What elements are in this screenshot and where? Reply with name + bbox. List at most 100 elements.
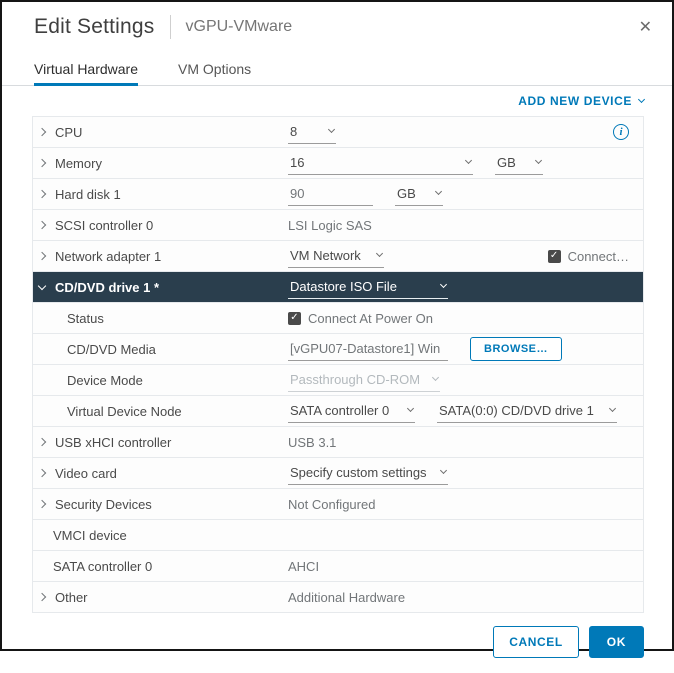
cd-dvd-drive-1-select[interactable]: Datastore ISO File	[288, 276, 448, 299]
row-label-cell-other: Other	[33, 590, 288, 605]
row-values-other: Additional Hardware	[288, 590, 637, 605]
table-row-cpu: CPU 8 i	[33, 117, 643, 148]
dialog-footer: CANCEL OK	[2, 613, 672, 673]
add-new-device-button[interactable]: ADD NEW DEVICE	[518, 94, 646, 108]
chevron-down-icon	[439, 280, 448, 289]
ok-button[interactable]: OK	[588, 626, 644, 658]
table-row-status: Status ✓ Connect At Power On	[33, 303, 643, 334]
row-label: CPU	[55, 124, 83, 140]
other-value: Additional Hardware	[288, 589, 406, 605]
row-values-usb-xhci-controller: USB 3.1	[288, 435, 637, 450]
row-label: Memory	[55, 155, 102, 171]
table-row-other: Other Additional Hardware	[33, 582, 643, 613]
table-row-usb-xhci-controller: USB xHCI controller USB 3.1	[33, 427, 643, 458]
select-value: GB	[497, 154, 516, 170]
vm-name: vGPU-VMware	[185, 18, 293, 35]
close-icon[interactable]: ✕	[635, 15, 656, 39]
chevron-right-icon[interactable]	[37, 468, 47, 478]
table-row-cd-dvd-drive-1: CD/DVD drive 1 * Datastore ISO File	[33, 272, 643, 303]
chevron-right-icon[interactable]	[37, 158, 47, 168]
browse-button[interactable]: BROWSE…	[470, 337, 562, 361]
select-value: 8	[290, 123, 298, 139]
row-values-scsi-controller-0: LSI Logic SAS	[288, 218, 637, 233]
cd-dvd-media-input[interactable]	[288, 337, 448, 361]
chevron-right-icon[interactable]	[37, 189, 47, 199]
row-values-sata-controller-0: AHCI	[288, 559, 637, 574]
table-row-virtual-device-node: Virtual Device Node SATA controller 0 SATA…	[33, 396, 643, 427]
row-values-hard-disk-1: GB	[288, 182, 637, 206]
chevron-down-icon	[534, 156, 543, 165]
chevron-down-icon	[406, 404, 415, 413]
row-label: Network adapter 1	[55, 248, 162, 264]
chevron-right-icon[interactable]	[37, 592, 47, 602]
add-new-device-label: ADD NEW DEVICE	[518, 94, 632, 108]
table-row-security-devices: Security Devices Not Configured	[33, 489, 643, 520]
row-label: Hard disk 1	[55, 186, 121, 202]
chevron-down-icon	[431, 373, 440, 382]
tab-virtual-hardware[interactable]: Virtual Hardware	[34, 55, 139, 86]
row-label-cell-cd-dvd-drive-1: CD/DVD drive 1 *	[33, 280, 288, 295]
row-label-cell-virtual-device-node: Virtual Device Node	[33, 404, 288, 419]
chevron-right-icon[interactable]	[37, 499, 47, 509]
select-value: GB	[397, 185, 416, 201]
dialog-header: Edit Settings vGPU-VMware ✕	[2, 2, 672, 45]
row-label: Security Devices	[55, 496, 152, 512]
security-devices-value: Not Configured	[288, 496, 376, 512]
table-row-vmci-device: VMCI device	[33, 520, 643, 551]
row-label-cell-network-adapter-1: Network adapter 1	[33, 249, 288, 264]
row-label-cell-usb-xhci-controller: USB xHCI controller	[33, 435, 288, 450]
row-label: SATA controller 0	[53, 558, 153, 574]
tab-vm-options[interactable]: VM Options	[178, 55, 251, 85]
table-row-device-mode: Device Mode Passthrough CD-ROM	[33, 365, 643, 396]
row-label-cell-cd-dvd-media: CD/DVD Media	[33, 342, 288, 357]
info-icon[interactable]: i	[613, 124, 629, 140]
chevron-right-icon[interactable]	[37, 127, 47, 137]
row-label-cell-cpu: CPU	[33, 125, 288, 140]
row-values-cd-dvd-media: BROWSE…	[288, 337, 637, 361]
row-label-cell-sata-controller-0: SATA controller 0	[33, 559, 288, 574]
row-values-memory: 16 GB	[288, 152, 637, 175]
chevron-right-icon[interactable]	[37, 220, 47, 230]
row-trailing-cpu: i	[613, 124, 637, 140]
usb-xhci-controller-value: USB 3.1	[288, 434, 337, 450]
table-row-sata-controller-0: SATA controller 0 AHCI	[33, 551, 643, 582]
sata-controller-0-value: AHCI	[288, 558, 320, 574]
virtual-device-node-select[interactable]: SATA controller 0	[288, 400, 415, 423]
virtual-device-node-select[interactable]: SATA(0:0) CD/DVD drive 1	[437, 400, 617, 423]
select-value: Passthrough CD-ROM	[290, 371, 421, 387]
hard-disk-1-input[interactable]	[288, 182, 373, 206]
row-label: Other	[55, 589, 88, 605]
row-values-security-devices: Not Configured	[288, 497, 637, 512]
table-row-network-adapter-1: Network adapter 1 VM Network ✓ Connect…	[33, 241, 643, 272]
hard-disk-1-select[interactable]: GB	[395, 183, 443, 206]
row-label-cell-scsi-controller-0: SCSI controller 0	[33, 218, 288, 233]
cpu-select[interactable]: 8	[288, 121, 336, 144]
table-row-cd-dvd-media: CD/DVD Media BROWSE…	[33, 334, 643, 365]
row-values-cpu: 8	[288, 121, 613, 144]
dialog-title: Edit Settings	[34, 15, 155, 38]
select-value: 16	[290, 154, 305, 170]
select-value: Specify custom settings	[290, 464, 427, 480]
select-value: VM Network	[290, 247, 361, 263]
select-value: Datastore ISO File	[290, 278, 397, 294]
chevron-down-icon	[439, 466, 448, 475]
cancel-button[interactable]: CANCEL	[493, 626, 579, 658]
chevron-right-icon[interactable]	[37, 437, 47, 447]
row-values-status: ✓ Connect At Power On	[288, 311, 637, 326]
chevron-down-icon[interactable]	[37, 281, 47, 290]
network-adapter-1-select[interactable]: VM Network	[288, 245, 384, 268]
video-card-select[interactable]: Specify custom settings	[288, 462, 448, 485]
chevron-right-icon[interactable]	[37, 251, 47, 261]
status-checkbox[interactable]: ✓	[288, 311, 301, 325]
network-adapter-1-connect-checkbox[interactable]: ✓	[547, 249, 561, 263]
row-label: Video card	[55, 465, 117, 481]
memory-select[interactable]: GB	[495, 152, 543, 175]
table-row-memory: Memory 16 GB	[33, 148, 643, 179]
select-value: SATA(0:0) CD/DVD drive 1	[439, 402, 594, 418]
row-label-cell-video-card: Video card	[33, 466, 288, 481]
table-row-hard-disk-1: Hard disk 1 GB	[33, 179, 643, 210]
row-values-network-adapter-1: VM Network	[288, 245, 548, 268]
memory-select[interactable]: 16	[288, 152, 473, 175]
row-label-cell-status: Status	[33, 311, 288, 326]
chevron-down-icon	[464, 156, 473, 165]
